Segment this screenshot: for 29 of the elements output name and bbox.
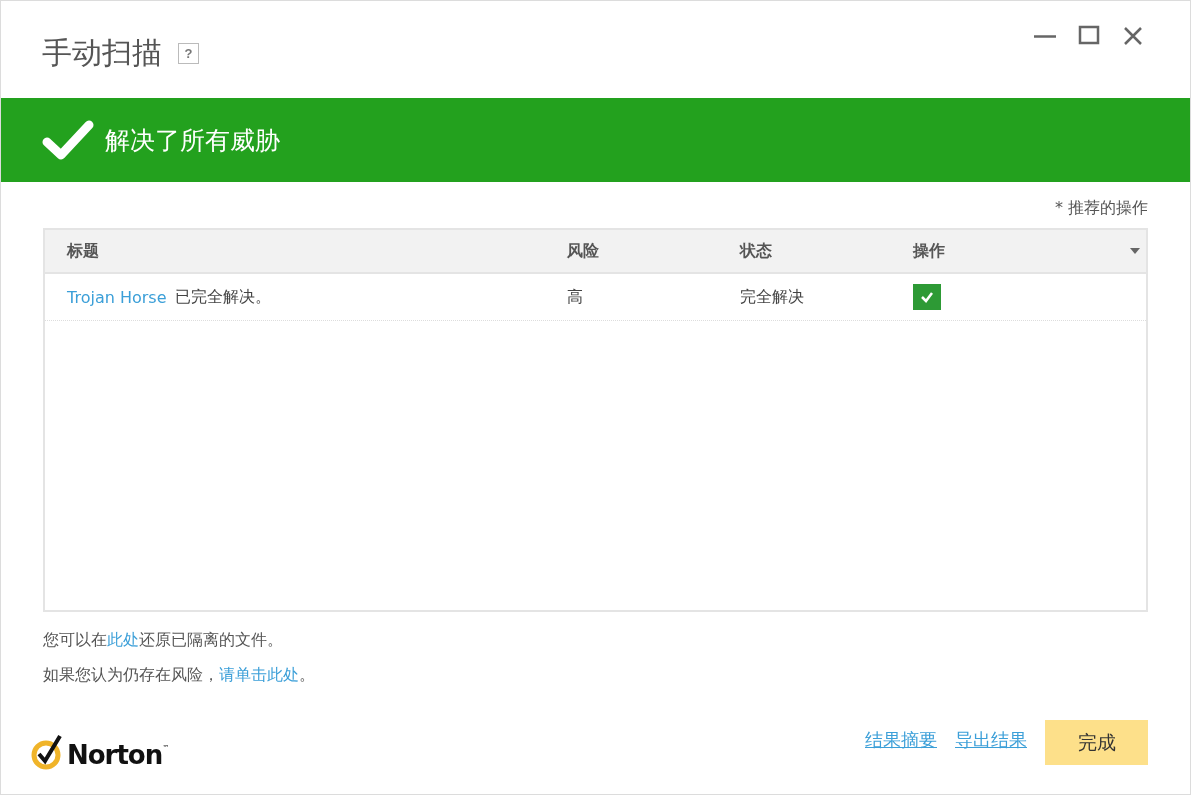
column-header: 标题 [67,240,99,262]
window-title: 手动扫描 [42,34,162,72]
column-header: 状态 [740,240,772,262]
status-cell: 完全解决 [740,286,804,308]
checkmark-icon [41,118,95,162]
dropdown-caret-icon [1130,248,1140,254]
close-icon [1122,25,1144,47]
column-header: 风险 [567,240,599,262]
action-checkbox[interactable] [913,284,941,310]
checkmark-icon [920,291,934,303]
risk-cell: 高 [567,286,583,308]
close-button[interactable] [1122,25,1144,47]
banner-text: 解决了所有威胁 [105,124,280,157]
footer-link[interactable]: 结果摘要 [865,728,937,752]
info-sentence: 您可以在此处还原已隔离的文件。 [43,630,284,651]
inline-link[interactable]: 此处 [107,630,139,649]
threat-message: 已完全解决。 [174,286,271,308]
minimize-icon [1034,34,1056,38]
maximize-button[interactable] [1078,25,1100,47]
help-button[interactable]: ? [178,43,199,64]
footer-link[interactable]: 导出结果 [955,728,1027,752]
info-sentence: 如果您认为仍存在风险，请单击此处。 [43,665,316,686]
maximize-icon [1078,25,1100,47]
logo-text: Norton [67,740,163,770]
threat-link[interactable]: Trojan Horse [67,287,167,307]
recommended-note: * 推荐的操作 [1053,197,1148,219]
done-button[interactable]: 完成 [1045,720,1148,765]
column-header: 操作 [913,240,945,262]
inline-link[interactable]: 请单击此处 [219,665,299,684]
